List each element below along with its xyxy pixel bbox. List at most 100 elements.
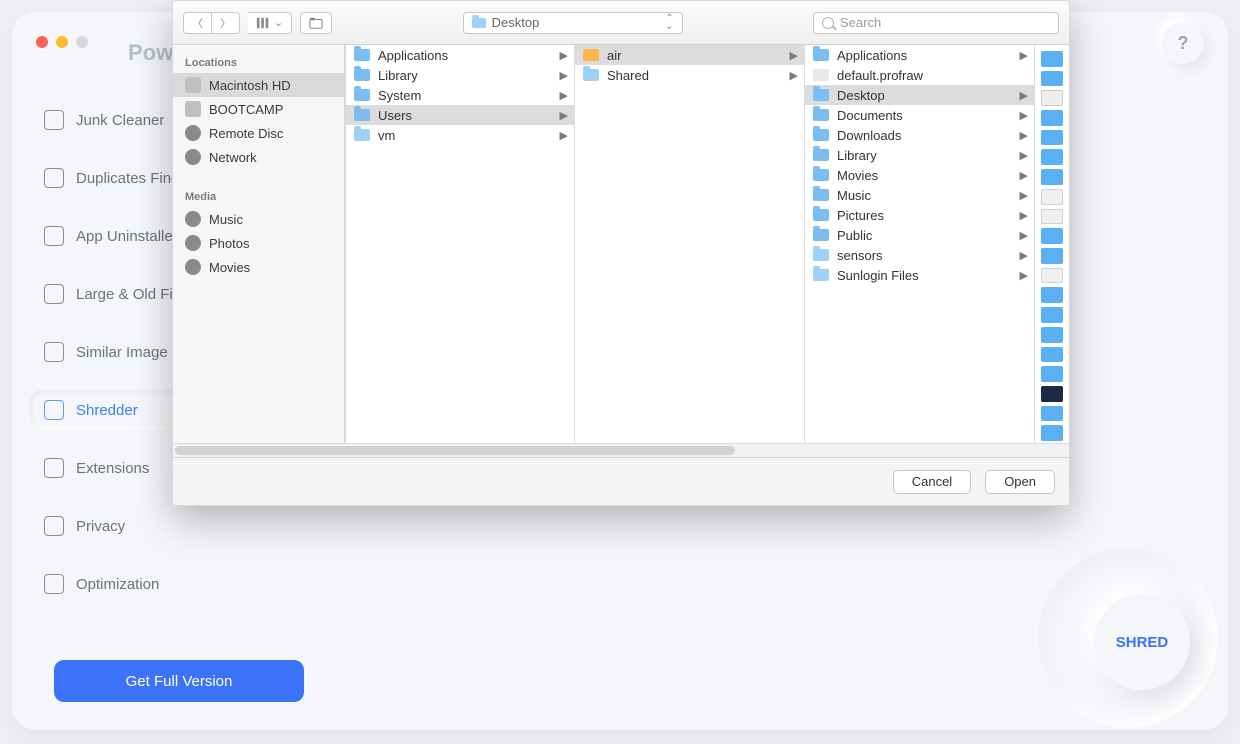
nav-label: Shredder — [76, 402, 138, 419]
preview-thumb[interactable] — [1041, 327, 1063, 343]
open-button[interactable]: Open — [985, 470, 1055, 494]
file-row[interactable]: Desktop▶ — [805, 85, 1034, 105]
file-label: Documents — [837, 108, 903, 123]
sidebar-item-macintosh-hd[interactable]: Macintosh HD — [173, 73, 344, 97]
nav-label: Optimization — [76, 576, 159, 593]
shred-button[interactable]: SHRED — [1094, 594, 1190, 690]
preview-thumb[interactable] — [1041, 90, 1063, 106]
sidebar-item-photos[interactable]: Photos — [173, 231, 344, 255]
sidebar-item-network[interactable]: Network — [173, 145, 344, 169]
chevron-right-icon: ▶ — [560, 129, 568, 142]
file-row[interactable]: Shared▶ — [575, 65, 804, 85]
folder-icon — [813, 89, 829, 101]
folder-icon — [813, 149, 829, 161]
folder-icon — [813, 129, 829, 141]
preview-thumb[interactable] — [1041, 347, 1063, 363]
column-3[interactable]: Applications▶default.profrawDesktop▶Docu… — [805, 45, 1035, 443]
back-button[interactable]: 〈 — [183, 12, 212, 34]
file-row[interactable]: sensors▶ — [805, 245, 1034, 265]
preview-thumb[interactable] — [1041, 268, 1063, 284]
file-label: vm — [378, 128, 395, 143]
file-row[interactable]: Sunlogin Files▶ — [805, 265, 1034, 285]
sidebar-item-remote-disc[interactable]: Remote Disc — [173, 121, 344, 145]
preview-thumb[interactable] — [1041, 425, 1063, 441]
cancel-button[interactable]: Cancel — [893, 470, 971, 494]
file-row[interactable]: Library▶ — [346, 65, 574, 85]
sidebar-item-music[interactable]: Music — [173, 207, 344, 231]
file-row[interactable]: Music▶ — [805, 185, 1034, 205]
preview-thumb[interactable] — [1041, 366, 1063, 382]
file-row[interactable]: Applications▶ — [805, 45, 1034, 65]
file-row[interactable]: Pictures▶ — [805, 205, 1034, 225]
scrollbar-thumb[interactable] — [175, 446, 735, 455]
search-field[interactable]: Search — [813, 12, 1059, 34]
nav-icon — [44, 226, 64, 246]
column-1[interactable]: Applications▶Library▶System▶ Users ▶ vm ▶ — [345, 45, 575, 443]
preview-thumb[interactable] — [1041, 406, 1063, 422]
file-row[interactable]: air ▶ — [575, 45, 804, 65]
sidebar-item-movies[interactable]: Movies — [173, 255, 344, 279]
folder-icon — [813, 49, 829, 61]
nav-icon — [44, 342, 64, 362]
file-row[interactable]: Downloads▶ — [805, 125, 1034, 145]
minimize-window-button[interactable] — [56, 36, 68, 48]
chevron-right-icon: ▶ — [1020, 169, 1028, 182]
group-button[interactable] — [300, 12, 332, 34]
chevron-right-icon: ▶ — [560, 49, 568, 62]
sidebar-item-optimization[interactable]: Optimization — [30, 564, 260, 604]
file-row[interactable]: Public▶ — [805, 225, 1034, 245]
help-button[interactable]: ? — [1162, 22, 1204, 64]
file-label: Downloads — [837, 128, 901, 143]
chevron-right-icon: ▶ — [790, 69, 798, 82]
preview-thumb[interactable] — [1041, 228, 1063, 244]
folder-icon — [354, 109, 370, 121]
sidebar-header: Locations — [173, 53, 344, 73]
zoom-window-button[interactable] — [76, 36, 88, 48]
file-row[interactable]: vm ▶ — [346, 125, 574, 145]
sidebar-item-label: Network — [209, 150, 257, 165]
folder-icon — [472, 18, 486, 28]
chevron-right-icon: ▶ — [1020, 109, 1028, 122]
device-icon — [185, 125, 201, 141]
preview-thumb[interactable] — [1041, 189, 1063, 205]
preview-thumb[interactable] — [1041, 307, 1063, 323]
view-mode-button[interactable]: ⌄ — [248, 12, 292, 34]
sidebar-item-privacy[interactable]: Privacy — [30, 506, 260, 546]
chevron-right-icon: ▶ — [560, 109, 568, 122]
get-full-version-button[interactable]: Get Full Version — [54, 660, 304, 702]
preview-thumb[interactable] — [1041, 209, 1063, 225]
preview-thumb[interactable] — [1041, 71, 1063, 87]
file-label: Users — [378, 108, 412, 123]
chevron-right-icon: ▶ — [790, 49, 798, 62]
file-row[interactable]: System▶ — [346, 85, 574, 105]
path-popup[interactable]: Desktop ⌃⌄ — [463, 12, 683, 34]
sidebar-item-label: BOOTCAMP — [209, 102, 283, 117]
preview-thumb[interactable] — [1041, 386, 1063, 402]
file-row[interactable]: default.profraw — [805, 65, 1034, 85]
device-icon — [185, 211, 201, 227]
preview-thumb[interactable] — [1041, 248, 1063, 264]
horizontal-scrollbar[interactable] — [173, 443, 1069, 457]
file-row[interactable]: Users ▶ — [346, 105, 574, 125]
folder-icon — [813, 209, 829, 221]
folder-icon — [354, 89, 370, 101]
preview-thumb[interactable] — [1041, 110, 1063, 126]
nav-icon — [44, 110, 64, 130]
chevron-right-icon: ▶ — [1020, 89, 1028, 102]
close-window-button[interactable] — [36, 36, 48, 48]
preview-thumb[interactable] — [1041, 51, 1063, 67]
preview-thumb[interactable] — [1041, 149, 1063, 165]
file-row[interactable]: Documents ▶ — [805, 105, 1034, 125]
sidebar-item-bootcamp[interactable]: BOOTCAMP — [173, 97, 344, 121]
preview-thumb[interactable] — [1041, 287, 1063, 303]
file-row[interactable]: Applications▶ — [346, 45, 574, 65]
column-4-preview[interactable] — [1035, 45, 1069, 443]
file-row[interactable]: Movies▶ — [805, 165, 1034, 185]
column-2[interactable]: air▶Shared▶ — [575, 45, 805, 443]
file-row[interactable]: Library▶ — [805, 145, 1034, 165]
forward-button[interactable]: 〉 — [212, 12, 240, 34]
file-label: air — [607, 48, 621, 63]
preview-thumb[interactable] — [1041, 130, 1063, 146]
preview-thumb[interactable] — [1041, 169, 1063, 185]
folder-icon — [813, 229, 829, 241]
